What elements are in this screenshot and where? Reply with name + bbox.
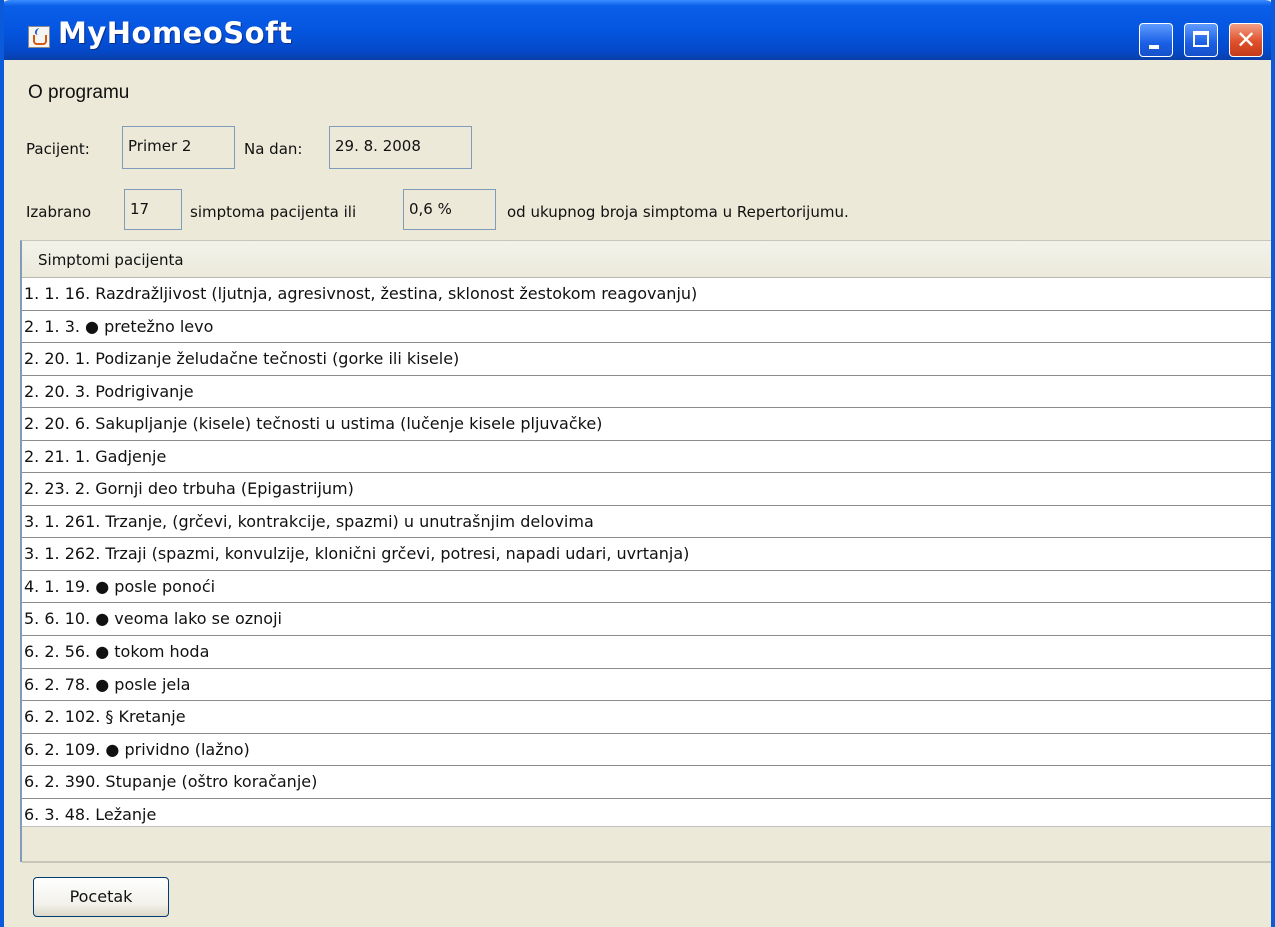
maximize-button[interactable] [1184, 23, 1218, 57]
close-icon: ✕ [1235, 26, 1257, 54]
table-header[interactable]: Simptomi pacijenta [22, 241, 1271, 278]
summary-prefix: Izabrano [26, 203, 92, 221]
menu-bar [4, 60, 1271, 120]
summary-middle: simptoma pacijenta ili [190, 203, 357, 221]
table-row[interactable]: 6. 2. 390. Stupanje (oštro koračanje) [22, 766, 1271, 799]
table-row[interactable]: 6. 2. 102. § Kretanje [22, 701, 1271, 734]
table-row[interactable]: 3. 1. 261. Trzanje, (grčevi, kontrakcije… [22, 505, 1271, 539]
table-row[interactable]: 2. 20. 1. Podizanje želudačne tečnosti (… [22, 343, 1271, 376]
table-row[interactable]: 6. 2. 78. ● posle jela [22, 668, 1271, 702]
app-window: MyHomeoSoft ✕ O programu Pacijent: Prime… [0, 0, 1275, 927]
table-row[interactable]: 2. 23. 2. Gornji deo trbuha (Epigastriju… [22, 473, 1271, 506]
symptom-table[interactable]: Simptomi pacijenta 1. 1. 16. Razdražljiv… [20, 240, 1271, 863]
minimize-icon [1149, 45, 1159, 49]
date-field[interactable]: 29. 8. 2008 [329, 126, 472, 169]
column-header-simptomi: Simptomi pacijenta [38, 251, 184, 269]
close-button[interactable]: ✕ [1229, 23, 1263, 57]
patient-name-field[interactable]: Primer 2 [122, 126, 235, 169]
patient-label: Pacijent: [26, 140, 90, 158]
table-row[interactable]: 4. 1. 19. ● posle ponoći [22, 570, 1271, 604]
table-rows: 1. 1. 16. Razdražljivost (ljutnja, agres… [22, 278, 1271, 832]
symptom-percent-field[interactable]: 0,6 % [403, 189, 496, 230]
table-row[interactable]: 3. 1. 262. Trzaji (spazmi, konvulzije, k… [22, 538, 1271, 571]
menu-item-o-programu[interactable]: O programu [28, 82, 129, 104]
table-row[interactable]: 2. 21. 1. Gadjenje [22, 440, 1271, 474]
minimize-button[interactable] [1139, 23, 1173, 57]
table-row[interactable]: 1. 1. 16. Razdražljivost (ljutnja, agres… [22, 278, 1271, 311]
window-title: MyHomeoSoft [58, 16, 293, 50]
table-row[interactable]: 6. 2. 109. ● prividno (lažno) [22, 733, 1271, 767]
table-row[interactable]: 2. 20. 3. Podrigivanje [22, 375, 1271, 409]
title-bar[interactable]: MyHomeoSoft ✕ [4, 0, 1271, 60]
java-cup-icon[interactable] [28, 26, 50, 48]
summary-suffix: od ukupnog broja simptoma u Repertorijum… [507, 203, 849, 221]
table-empty-area [22, 826, 1271, 863]
date-label: Na dan: [244, 140, 303, 158]
table-row[interactable]: 6. 2. 56. ● tokom hoda [22, 636, 1271, 669]
table-row[interactable]: 5. 6. 10. ● veoma lako se oznoji [22, 603, 1271, 637]
pocetak-button[interactable]: Pocetak [33, 877, 169, 917]
cup-icon-part [33, 35, 47, 45]
symptom-count-field[interactable]: 17 [124, 189, 182, 230]
maximize-icon [1193, 31, 1209, 47]
steam-icon-part [34, 28, 44, 35]
table-row[interactable]: 2. 20. 6. Sakupljanje (kisele) tečnosti … [22, 408, 1271, 441]
table-row[interactable]: 2. 1. 3. ● pretežno levo [22, 310, 1271, 344]
